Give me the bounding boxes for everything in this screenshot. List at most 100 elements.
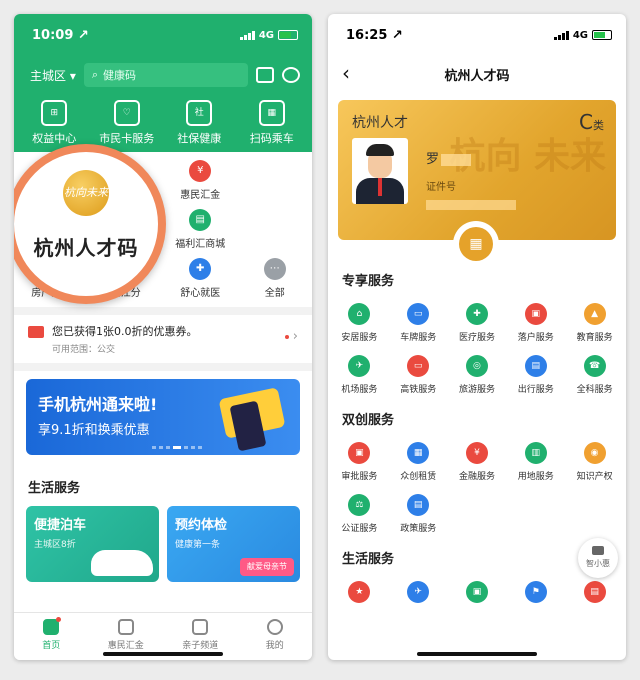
quick-action-2[interactable]: 社社保健康 xyxy=(165,100,233,146)
service-item[interactable]: ¥ 惠民汇金 xyxy=(163,160,238,201)
coupon-scope: 可用范围：公交 xyxy=(52,345,116,355)
service-icon: ⚑ xyxy=(524,581,547,603)
parking-card[interactable]: 便捷泊车 主城区8折 xyxy=(26,506,159,582)
signal-icon xyxy=(239,30,255,40)
service-item[interactable]: ✚ 医疗服务 xyxy=(448,303,507,343)
talent-card[interactable]: 杭州人才 C类 杭向 未来 罗 证件号 xyxy=(338,100,616,240)
service-item[interactable]: ▣ 落户服务 xyxy=(506,303,565,343)
service-icon: ◉ xyxy=(583,442,606,464)
service-label: 落户服务 xyxy=(517,333,554,343)
promo-banner[interactable]: 手机杭州通来啦! 享9.1折和换乘优惠 xyxy=(26,379,300,455)
service-label: 车牌服务 xyxy=(400,333,437,343)
service-label: 医疗服务 xyxy=(458,333,495,343)
ticket-icon xyxy=(28,326,44,338)
checkup-card[interactable]: 预约体检 健康第一条 献爱母亲节 xyxy=(167,506,300,582)
status-bar: 10:09 ↗ 4G xyxy=(14,14,312,56)
quick-action-0[interactable]: ⊞ 权益中心 xyxy=(20,100,88,146)
service-item[interactable]: ▣ 审批服务 xyxy=(330,442,389,482)
service-item[interactable]: ⚑ xyxy=(506,581,565,608)
service-label: 舒心就医 xyxy=(180,288,221,299)
search-placeholder: 健康码 xyxy=(103,69,137,82)
page-title: 杭州人才码 xyxy=(444,68,510,84)
service-item[interactable]: ▭ 高铁服务 xyxy=(389,355,448,395)
avatar xyxy=(352,138,408,204)
service-icon: ☎ xyxy=(583,355,606,377)
right-phone-screen: 16:25 ↗ 4G ‹ 杭州人才码 杭州人才 C类 杭向 未来 罗 证件号 ▦… xyxy=(328,14,626,660)
service-icon: ▤ xyxy=(583,581,606,603)
service-label: 机场服务 xyxy=(341,385,378,395)
service-item[interactable]: ◎ 旅游服务 xyxy=(448,355,507,395)
service-label: 知识产权 xyxy=(576,472,613,482)
gift-icon: ⊞ xyxy=(41,100,68,126)
home-indicator xyxy=(103,652,223,656)
search-input[interactable]: ⌕ 健康码 xyxy=(83,63,248,87)
service-item[interactable]: ▤ 福利汇商城 xyxy=(163,209,238,250)
service-icon: ▦ xyxy=(407,442,430,464)
signal-icon xyxy=(553,30,569,40)
battery-icon xyxy=(278,30,298,40)
car-illustration xyxy=(91,550,153,576)
coupon-notice[interactable]: 您已获得1张0.0折的优惠券。 可用范围：公交 › xyxy=(14,307,312,371)
id-label: 证件号 xyxy=(426,182,456,193)
quick-action-1[interactable]: ♡ 市民卡服务 xyxy=(93,100,161,146)
life-services-title: 生活服务 xyxy=(28,481,81,496)
service-item[interactable]: ▣ xyxy=(448,581,507,608)
service-icon: ¥ xyxy=(465,442,488,464)
service-item[interactable]: ▤ 政策服务 xyxy=(389,494,448,534)
quick-actions: ⊞ 权益中心 ♡ 市民卡服务社社保健康 ▦ 扫码乘车 xyxy=(14,90,312,152)
service-icon: ▣ xyxy=(465,581,488,603)
tab-profile[interactable]: 我的 xyxy=(238,613,313,660)
service-item[interactable]: ✈ 机场服务 xyxy=(330,355,389,395)
coupon-title: 您已获得1张0.0折的优惠券。 xyxy=(52,325,198,338)
qr-code-button[interactable]: ▦ xyxy=(456,224,496,264)
city-selector[interactable]: 主城区 ▾ xyxy=(30,67,76,84)
service-label: 安居服务 xyxy=(341,333,378,343)
network-label: 4G xyxy=(572,29,588,41)
service-label: 高铁服务 xyxy=(400,385,437,395)
checkup-sub: 健康第一条 xyxy=(175,540,221,550)
service-item[interactable]: ▤ 出行服务 xyxy=(506,355,565,395)
quick-action-3[interactable]: ▦ 扫码乘车 xyxy=(238,100,306,146)
qr-scan-icon: ▦ xyxy=(258,100,285,126)
service-item[interactable]: ⋯ 全部 xyxy=(238,258,313,299)
holder-name: 罗 xyxy=(426,148,472,167)
service-item[interactable]: ✚ 舒心就医 xyxy=(163,258,238,299)
card-title: 杭州人才 xyxy=(352,115,408,131)
tab-home[interactable]: 首页 xyxy=(14,613,89,660)
service-item[interactable]: ▥ 用地服务 xyxy=(506,442,565,482)
chevron-right-icon[interactable]: › xyxy=(284,329,298,344)
nav-bar: ‹ 杭州人才码 xyxy=(328,56,626,92)
back-icon[interactable]: ‹ xyxy=(342,61,350,85)
service-item[interactable]: ⚖ 公证服务 xyxy=(330,494,389,534)
service-icon: ✚ xyxy=(465,303,488,325)
scan-icon[interactable] xyxy=(256,67,274,83)
service-item[interactable]: ¥ 金融服务 xyxy=(448,442,507,482)
chat-icon xyxy=(592,546,604,555)
service-icon: ✈ xyxy=(348,355,371,377)
life-services-grid: ★ ✈ ▣ ⚑ ▤ xyxy=(328,567,626,608)
service-label: 政策服务 xyxy=(400,524,437,534)
family-icon xyxy=(192,619,209,635)
service-item[interactable]: ★ xyxy=(330,581,389,608)
service-item[interactable]: ▤ xyxy=(565,581,624,608)
service-icon: ¥ xyxy=(189,160,212,182)
service-item[interactable]: ▲ 教育服务 xyxy=(565,303,624,343)
service-item[interactable]: ⌂ 安居服务 xyxy=(330,303,389,343)
home-header: 10:09 ↗ 4G 主城区 ▾ ⌕ 健康码 ⊞ 权益中心 ♡ 市民卡服务社社保健康 ▦… xyxy=(14,14,312,152)
home-icon xyxy=(43,617,62,635)
battery-icon xyxy=(592,30,612,40)
service-item[interactable]: ◉ 知识产权 xyxy=(565,442,624,482)
service-item[interactable]: ▦ 众创租赁 xyxy=(389,442,448,482)
network-label: 4G xyxy=(258,29,274,41)
service-item[interactable]: ☎ 全科服务 xyxy=(565,355,624,395)
assistant-button[interactable]: 智小惠 xyxy=(578,538,618,578)
service-label: 出行服务 xyxy=(517,385,554,395)
home-indicator xyxy=(417,652,537,656)
service-label: 旅游服务 xyxy=(458,385,495,395)
entrepreneur-services-grid: ▣ 审批服务 ▦ 众创租赁 ¥ 金融服务 ▥ 用地服务 ◉ 知识产权 ⚖ 公证服务 ▤ 政策服务 xyxy=(328,428,626,534)
service-icon: ★ xyxy=(348,581,371,603)
service-icon: ▭ xyxy=(407,303,430,325)
headset-icon[interactable] xyxy=(282,67,300,83)
service-item[interactable]: ▭ 车牌服务 xyxy=(389,303,448,343)
service-item[interactable]: ✈ xyxy=(389,581,448,608)
